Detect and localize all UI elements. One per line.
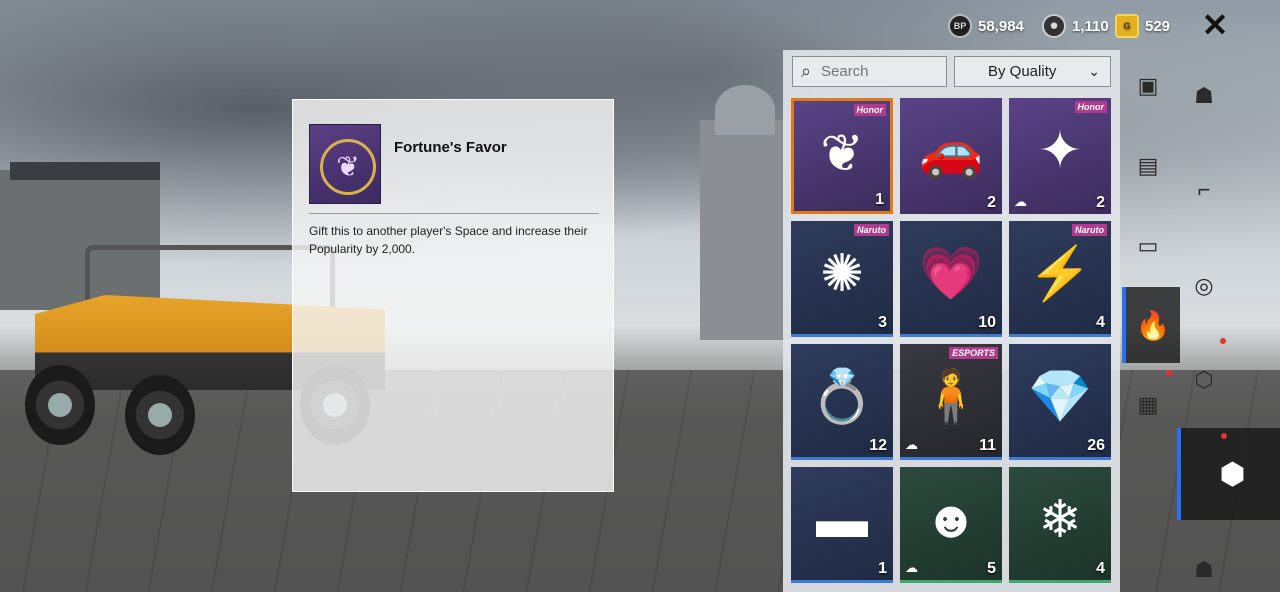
inventory-item[interactable]: ❄ 4 (1009, 467, 1111, 583)
item-count: 4 (1096, 314, 1105, 331)
inventory-item[interactable]: ❦ Honor 1 (791, 98, 893, 214)
notification-dot (1166, 370, 1172, 376)
close-button[interactable]: ✕ (1198, 7, 1232, 44)
cloud-icon: ☁ (905, 560, 918, 575)
inventory-item[interactable]: 🚗 2 (900, 98, 1002, 214)
item-count: 26 (1087, 437, 1105, 454)
nine-tails-emblem-icon: ✺ (820, 245, 864, 303)
search-input[interactable] (819, 62, 938, 81)
right-sidebar: ▣ ☗ ▤ ⌐ ▭ ◎ 🔥 ⬡ ▦ ⬢ ☗ (1120, 50, 1280, 592)
item-detail-divider (309, 213, 599, 214)
naruto-figure-icon: ⚡ (1027, 245, 1093, 303)
esports-outfit-icon: 🧍 (918, 368, 984, 426)
item-count: 10 (978, 314, 996, 331)
item-count: 4 (1096, 560, 1105, 577)
snow-globe-toy-icon: ❄ (1038, 491, 1082, 549)
crystal-gold-bar-icon: 💎 (1027, 368, 1093, 426)
dark-emblem-icon: ✦ (1038, 122, 1082, 180)
box-icon[interactable]: ⬡ (1184, 360, 1224, 400)
ag-amount: 1,110 (1072, 17, 1109, 35)
character-icon[interactable]: ☗ (1184, 76, 1224, 116)
close-icon: ✕ (1201, 7, 1229, 43)
inventory-item[interactable]: 🧍 ESPORTS ☁ 11 (900, 344, 1002, 460)
flame-tab[interactable]: 🔥 (1122, 287, 1180, 363)
sort-dropdown[interactable]: By Quality ⌄ (954, 56, 1111, 87)
item-count: 3 (878, 314, 887, 331)
crate-icon[interactable]: ▣ (1128, 66, 1168, 106)
fortunes-favor-emblem-icon: ❦ (820, 125, 864, 183)
cloud-icon: ☁ (1014, 194, 1027, 209)
item-badge: Honor (1074, 101, 1107, 113)
cube-tab[interactable]: ⬢ (1177, 428, 1280, 520)
inventory-panel: ⌕ By Quality ⌄ ❦Honor1🚗2✦Honor☁2✺Naruto3… (783, 50, 1120, 592)
notification-dot (1220, 338, 1226, 344)
item-detail-description: Gift this to another player's Space and … (309, 224, 588, 256)
inventory-item[interactable]: ✦ Honor ☁ 2 (1009, 98, 1111, 214)
cloud-icon: ☁ (905, 437, 918, 452)
item-badge: ESPORTS (949, 347, 998, 359)
inventory-grid: ❦ Honor 1 🚗 2 ✦ Honor ☁ 2 ✺ Naruto 3 💗 10 ⚡ Naruto 4 💍 12 🧍… (791, 98, 1111, 583)
chevron-down-icon: ⌄ (1088, 63, 1100, 79)
item-count: 5 (987, 560, 996, 577)
item-detail-title: Fortune's Favor (394, 139, 507, 156)
bp-currency: BP 58,984 (948, 14, 1024, 38)
inventory-item[interactable]: ▬ 1 (791, 467, 893, 583)
search-box[interactable]: ⌕ (792, 56, 947, 87)
chest-icon[interactable]: ▦ (1128, 385, 1168, 425)
background-castle (700, 85, 790, 340)
inventory-item[interactable]: ☻ ☁ 5 (900, 467, 1002, 583)
item-detail-thumbnail: ❦ (309, 124, 381, 204)
ag-currency: ✺ 1,110 (1042, 14, 1109, 38)
cube-icon: ⬢ (1219, 457, 1246, 491)
flame-icon: 🔥 (1135, 309, 1171, 341)
uc-currency: G 529 (1115, 14, 1170, 38)
item-count: 2 (987, 194, 996, 211)
item-detail-panel: ❦ Fortune's Favor Gift this to another p… (292, 99, 614, 492)
gun-icon[interactable]: ⌐ (1184, 170, 1224, 210)
inventory-item[interactable]: 💎 26 (1009, 344, 1111, 460)
front-wheel (25, 365, 95, 445)
item-count: 2 (1096, 194, 1105, 211)
finger-heart-gesture-icon: 💗 (918, 245, 984, 303)
inventory-item[interactable]: ✺ Naruto 3 (791, 221, 893, 337)
inventory-item[interactable]: ⚡ Naruto 4 (1009, 221, 1111, 337)
steering-wheel-icon[interactable]: ◎ (1184, 266, 1224, 306)
item-count: 12 (869, 437, 887, 454)
item-badge: Naruto (1072, 224, 1107, 236)
inventory-item[interactable]: 💍 12 (791, 344, 893, 460)
uc-coin-icon: G (1115, 14, 1139, 38)
emblem-icon: ❦ (320, 139, 376, 195)
yellow-sports-car-icon: 🚗 (918, 122, 984, 180)
ag-coin-icon: ✺ (1042, 14, 1066, 38)
search-icon: ⌕ (800, 61, 812, 81)
item-count: 1 (878, 560, 887, 577)
emerald-ring-icon: 💍 (809, 368, 875, 426)
bp-coin-icon: BP (948, 14, 972, 38)
bp-amount: 58,984 (978, 17, 1024, 35)
gas-mask-head-icon: ☻ (923, 491, 979, 549)
item-badge: Naruto (854, 224, 889, 236)
inventory-item[interactable]: 💗 10 (900, 221, 1002, 337)
gold-bar-icon: ▬ (816, 491, 868, 549)
rear-wheel (125, 375, 195, 455)
uc-amount: 529 (1145, 17, 1171, 35)
item-badge: Honor (853, 104, 886, 116)
vehicle-icon[interactable]: ▭ (1128, 226, 1168, 266)
notification-dot (1221, 433, 1227, 439)
item-count: 1 (875, 191, 884, 208)
item-count: 11 (979, 437, 996, 454)
sort-dropdown-label: By Quality (988, 63, 1057, 80)
soldier-icon[interactable]: ☗ (1184, 550, 1224, 590)
ticket-icon[interactable]: ▤ (1128, 146, 1168, 186)
